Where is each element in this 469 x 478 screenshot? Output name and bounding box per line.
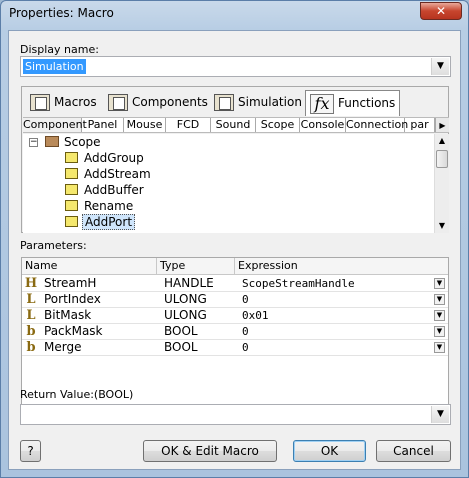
column-header-name[interactable]: Name	[22, 258, 157, 275]
table-row[interactable]: L BitMask ULONG 0x01 ▼	[22, 308, 448, 324]
chevron-down-icon[interactable]: ▼	[431, 58, 449, 75]
tab-functions[interactable]: fx Functions	[305, 90, 401, 116]
ulong-type-icon: L	[26, 292, 36, 307]
expression-cell[interactable]: 0	[242, 324, 249, 340]
window-title: Properties: Macro	[9, 6, 114, 20]
subtab-component[interactable]: Component	[23, 118, 87, 132]
ulong-type-icon: L	[26, 308, 36, 323]
simulation-icon	[214, 94, 234, 111]
grid-header: Name Type Expression	[22, 258, 448, 275]
tree-item[interactable]: AddGroup	[23, 150, 433, 166]
cancel-button[interactable]: Cancel	[376, 440, 451, 462]
tree-item[interactable]: AddBuffer	[23, 182, 433, 198]
subtab-mouse[interactable]: Mouse	[124, 118, 166, 132]
return-value-combo[interactable]: ▼	[20, 404, 451, 425]
tab-simulation[interactable]: Simulation	[210, 90, 306, 116]
tree-item[interactable]: AddStream	[23, 166, 433, 182]
function-icon	[65, 184, 78, 195]
chevron-down-icon[interactable]: ▼	[435, 219, 449, 233]
parameters-label: Parameters:	[20, 239, 87, 252]
chevron-down-icon[interactable]: ▼	[434, 278, 445, 289]
chevron-down-icon[interactable]: ▼	[431, 406, 449, 423]
column-header-expression[interactable]: Expression	[235, 258, 450, 275]
subtab-sound[interactable]: Sound	[211, 118, 256, 132]
parameters-grid: Name Type Expression H StreamH HANDLE Sc…	[21, 257, 449, 407]
subtab-panel[interactable]: Panel	[82, 118, 124, 132]
bool-type-icon: b	[26, 324, 36, 339]
properties-macro-dialog: Properties: Macro ✕ Display name: Simula…	[0, 0, 469, 478]
tree-item[interactable]: Rename	[23, 198, 433, 214]
subtab-scope[interactable]: Scope	[256, 118, 300, 132]
display-name-label: Display name:	[20, 43, 99, 56]
expression-cell[interactable]: 0x01	[242, 308, 269, 324]
chevron-down-icon[interactable]: ▼	[434, 342, 445, 353]
subtab-fcd[interactable]: FCD	[166, 118, 211, 132]
chevron-down-icon[interactable]: ▼	[434, 310, 445, 321]
tree-item-selected[interactable]: AddPort	[23, 214, 433, 230]
function-icon	[65, 168, 78, 179]
tree-scrollbar[interactable]: ▲ ▼	[434, 134, 449, 233]
return-value-label: Return Value:(BOOL)	[20, 388, 134, 401]
display-name-input[interactable]: Simulation	[23, 59, 86, 74]
table-row[interactable]: b PackMask BOOL 0 ▼	[22, 324, 448, 340]
title-bar[interactable]: Properties: Macro ✕	[1, 1, 468, 27]
close-button[interactable]: ✕	[420, 2, 462, 20]
table-row[interactable]: L PortIndex ULONG 0 ▼	[22, 292, 448, 308]
tree-node-scope[interactable]: − Scope	[23, 134, 433, 150]
table-row[interactable]: b Merge BOOL 0 ▼	[22, 340, 448, 356]
subtab-par[interactable]: par	[405, 118, 435, 132]
category-tabs: Component Panel Mouse FCD Sound Scope Co…	[23, 117, 449, 133]
scroll-thumb[interactable]	[436, 150, 448, 168]
macros-icon	[30, 94, 50, 111]
subtab-console[interactable]: Console	[300, 118, 346, 132]
handle-type-icon: H	[24, 276, 38, 291]
expression-cell[interactable]: ScopeStreamHandle	[242, 276, 355, 292]
subtab-connection[interactable]: Connection	[346, 118, 408, 132]
function-browser: Macros Components Simulation fx Functions…	[21, 86, 449, 233]
chevron-up-icon[interactable]: ▲	[435, 134, 449, 148]
function-icon	[65, 200, 78, 211]
help-button[interactable]: ?	[20, 440, 41, 462]
chevron-down-icon[interactable]: ▼	[434, 326, 445, 337]
functions-icon: fx	[310, 93, 334, 114]
collapse-icon[interactable]: −	[29, 138, 38, 147]
ok-edit-macro-button[interactable]: OK & Edit Macro	[143, 440, 277, 462]
chevron-right-icon[interactable]: ▶	[435, 118, 449, 132]
column-header-type[interactable]: Type	[157, 258, 235, 275]
chevron-down-icon[interactable]: ▼	[434, 294, 445, 305]
bool-type-icon: b	[26, 340, 36, 355]
expression-cell[interactable]: 0	[242, 292, 249, 308]
components-icon	[108, 94, 128, 111]
function-tree[interactable]: − Scope AddGroup AddStream AddBuffer Ren…	[23, 134, 449, 233]
table-row[interactable]: H StreamH HANDLE ScopeStreamHandle ▼	[22, 276, 448, 292]
expression-cell[interactable]: 0	[242, 340, 249, 356]
dialog-client-area: Display name: Simulation ▼ Macros Compon…	[8, 30, 461, 470]
folder-icon	[45, 136, 59, 147]
display-name-combo[interactable]: Simulation ▼	[20, 56, 451, 77]
tab-components[interactable]: Components	[104, 90, 212, 116]
ok-button[interactable]: OK	[293, 440, 366, 462]
function-icon	[65, 152, 78, 163]
function-icon	[65, 216, 78, 227]
tab-macros[interactable]: Macros	[26, 90, 101, 116]
